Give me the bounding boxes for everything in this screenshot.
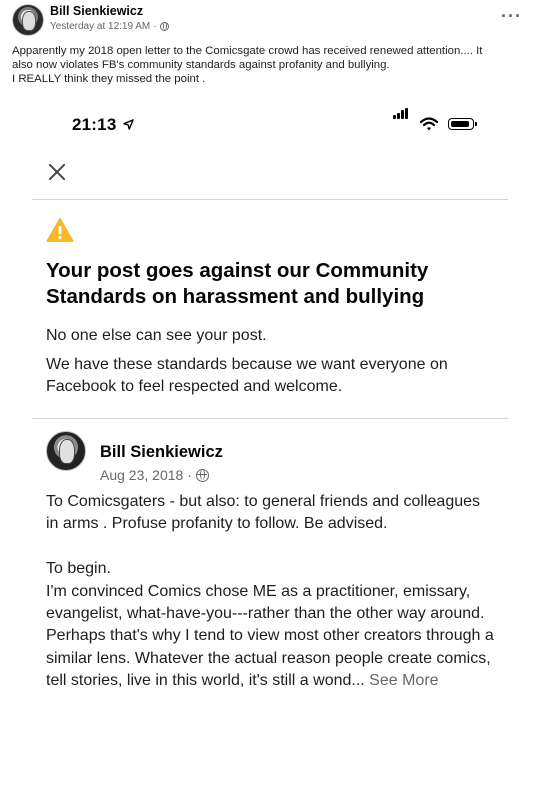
divider (32, 418, 508, 419)
battery-icon (448, 118, 477, 130)
post-paragraph: I'm convinced Comics chose ME as a pract… (46, 582, 485, 623)
warning-icon (46, 218, 74, 242)
post-text: Apparently my 2018 open letter to the Co… (12, 44, 522, 86)
author-name[interactable]: Bill Sienkiewicz (50, 4, 143, 18)
meta-separator: · (153, 21, 157, 32)
post-text-line: also now violates FB's community standar… (12, 59, 390, 71)
notice-explanation: We have these standards because we want … (46, 356, 448, 395)
post-paragraph: Perhaps that's why I tend to view most o… (46, 625, 496, 692)
location-arrow-icon (123, 119, 134, 130)
post-meta: Aug 23, 2018 · (100, 467, 209, 483)
post-paragraph: To Comicsgaters - but also: to general f… (46, 493, 481, 533)
notice-text: No one else can see your post. (46, 327, 267, 344)
post-timestamp[interactable]: Yesterday at 12:19 AM (50, 21, 150, 32)
post-paragraph: To begin. (46, 560, 111, 578)
attached-screenshot[interactable]: 21:13 Your post goes against our Communi… (32, 105, 508, 795)
meta-separator: · (187, 467, 192, 483)
avatar[interactable] (12, 4, 44, 36)
globe-icon[interactable] (159, 22, 169, 31)
post-body: To Comicsgaters - but also: to general f… (46, 491, 496, 693)
post-text-line: Apparently my 2018 open letter to the Co… (12, 45, 483, 57)
wifi-icon (420, 117, 438, 131)
outer-post-header: Bill Sienkiewicz Yesterday at 12:19 AM ·… (0, 0, 540, 42)
status-bar: 21:13 (32, 105, 508, 143)
globe-icon[interactable] (195, 468, 209, 482)
post-text-line: I REALLY think they missed the point . (12, 73, 206, 85)
avatar[interactable] (46, 431, 86, 471)
status-time: 21:13 (72, 115, 117, 134)
post-date[interactable]: Aug 23, 2018 (100, 467, 183, 483)
divider (32, 199, 508, 200)
more-options-icon[interactable]: ··· (501, 6, 522, 27)
close-icon[interactable] (46, 161, 68, 183)
notice-title: Your post goes against our Community Sta… (46, 259, 429, 308)
author-name[interactable]: Bill Sienkiewicz (100, 443, 223, 462)
see-more-link[interactable]: See More (369, 672, 438, 689)
post-meta: Yesterday at 12:19 AM · (50, 21, 169, 32)
